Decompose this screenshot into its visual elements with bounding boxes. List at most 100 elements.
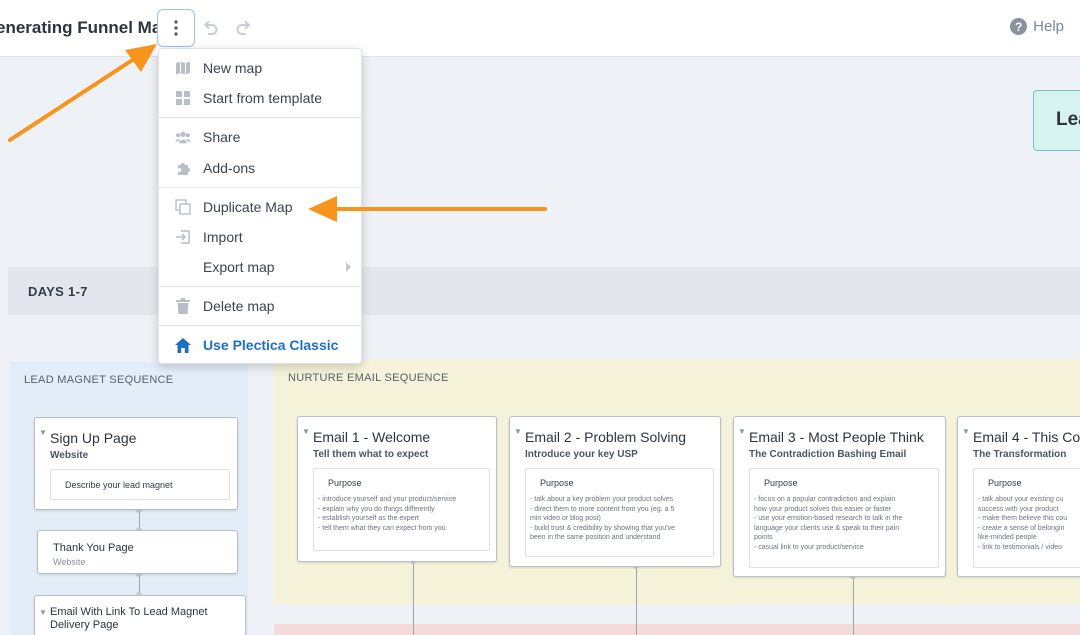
purpose-card[interactable]: Purpose - talk about your existing cu su…	[973, 468, 1080, 568]
menu-item-add-ons[interactable]: Add-ons	[159, 154, 363, 182]
purpose-line: - tell them what they can expect from yo…	[318, 524, 446, 532]
purpose-card[interactable]: Purpose - talk about a key problem your …	[525, 468, 714, 557]
menu-divider	[159, 325, 363, 326]
help-label: Help	[1033, 18, 1064, 35]
trash-icon	[175, 298, 191, 314]
menu-item-new-map[interactable]: New map	[159, 54, 363, 82]
purpose-lines: - talk about a key problem your product …	[526, 488, 713, 543]
map-title[interactable]: enerating Funnel Map	[0, 18, 172, 38]
template-grid-icon	[175, 90, 191, 106]
menu-divider	[159, 286, 363, 287]
collapse-caret-icon[interactable]: ▼	[738, 427, 746, 436]
menu-item-share[interactable]: Share	[159, 123, 363, 151]
card-subtitle: Introduce your key USP	[525, 449, 638, 460]
menu-item-label: Add-ons	[203, 160, 256, 176]
collapse-caret-icon[interactable]: ▼	[514, 427, 522, 436]
collapse-caret-icon[interactable]: ▼	[39, 428, 47, 437]
purpose-line: been in the same position and understand	[530, 534, 661, 542]
help-icon: ?	[1010, 18, 1028, 35]
menu-item-label: Duplicate Map	[203, 199, 293, 215]
purpose-lines: - focus on a popular contradiction and e…	[750, 488, 938, 553]
purpose-card[interactable]: Purpose - introduce yourself and your pr…	[313, 468, 490, 551]
purpose-title: Purpose	[328, 478, 362, 488]
purpose-lines: - talk about your existing cu success wi…	[974, 488, 1080, 553]
inner-card-text: Describe your lead magnet	[65, 480, 173, 490]
kebab-icon	[174, 20, 178, 36]
purpose-line: language your clients use & speak to the…	[754, 524, 900, 532]
purpose-line: - link to testimonials / video	[978, 543, 1063, 551]
menu-item-delete-map[interactable]: Delete map	[159, 292, 363, 320]
card-title: Email With Link To Lead Magnet Delivery …	[50, 606, 208, 631]
map-icon	[175, 60, 191, 76]
card-title: Email 4 - This Cou	[973, 429, 1080, 445]
menu-item-label: Use Plectica Classic	[203, 337, 339, 353]
card-subtitle: The Transformation	[973, 449, 1067, 460]
lead-magnet-lane-title: LEAD MAGNET SEQUENCE	[24, 374, 174, 386]
menu-item-use-plectica-classic[interactable]: Use Plectica Classic	[159, 331, 363, 359]
email-card[interactable]: ▼ Email 3 - Most People Think The Contra…	[733, 416, 946, 577]
users-icon	[175, 129, 191, 145]
nurture-lane-title: NURTURE EMAIL SEQUENCE	[288, 372, 449, 384]
purpose-card[interactable]: Purpose - focus on a popular contradicti…	[749, 468, 939, 568]
duplicate-icon	[175, 199, 191, 215]
collapse-caret-icon[interactable]: ▼	[39, 608, 47, 617]
sign-up-page-card[interactable]: ▼ Sign Up Page Website Describe your lea…	[34, 417, 238, 510]
purpose-line: how your product solves this easier or f…	[754, 505, 891, 513]
card-title: Email 2 - Problem Solving	[525, 429, 687, 445]
card-title: Email 3 - Most People Think	[749, 429, 924, 445]
collapse-caret-icon[interactable]: ▼	[962, 427, 970, 436]
connector-line	[413, 561, 414, 635]
email-card[interactable]: ▼ Email 4 - This Cou The Transformation …	[957, 416, 1080, 577]
purpose-lines: - introduce yourself and your product/se…	[314, 488, 489, 533]
purpose-line: - make them believe this cou	[978, 515, 1068, 523]
card-subtitle: The Contradiction Bashing Email	[749, 449, 907, 460]
help-button[interactable]: ? Help	[1010, 18, 1064, 35]
undo-button[interactable]	[200, 18, 220, 38]
card-title: Sign Up Page	[50, 430, 137, 446]
menu-divider	[159, 187, 363, 188]
menu-item-label: Export map	[203, 259, 275, 275]
card-title: Email 1 - Welcome	[313, 429, 431, 445]
inner-card[interactable]: Describe your lead magnet	[50, 469, 230, 500]
purpose-title: Purpose	[764, 478, 798, 488]
puzzle-icon	[175, 160, 191, 176]
menu-item-duplicate-map[interactable]: Duplicate Map	[159, 193, 363, 221]
purpose-line: min video or blog post)	[530, 515, 601, 523]
redo-button[interactable]	[234, 18, 254, 38]
purpose-line: - establish yourself as the expert	[318, 515, 419, 523]
card-subtitle: Website	[53, 557, 86, 567]
menu-item-label: New map	[203, 60, 263, 76]
undo-icon	[203, 20, 218, 35]
next-lane	[274, 624, 1080, 635]
purpose-line: - build trust & credibility by showing t…	[530, 524, 675, 532]
purpose-line: - casual link to your product/service	[754, 543, 864, 551]
purpose-title: Purpose	[988, 478, 1022, 488]
purpose-line: - focus on a popular contradiction and e…	[754, 496, 896, 503]
email-card[interactable]: ▼ Email 2 - Problem Solving Introduce yo…	[509, 416, 721, 567]
card-subtitle: Website	[50, 450, 89, 461]
connector-line	[853, 576, 854, 635]
menu-item-export-map[interactable]: Export map	[159, 253, 363, 281]
menu-item-import[interactable]: Import	[159, 223, 363, 251]
menu-item-label: Share	[203, 129, 241, 145]
lead-card-title: Lea	[1056, 109, 1080, 130]
menu-item-label: Start from template	[203, 90, 323, 106]
purpose-line: - use your emotion-based research to tal…	[754, 515, 903, 523]
email-link-card[interactable]: ▼ Email With Link To Lead Magnet Deliver…	[34, 595, 246, 635]
purpose-line: success with your product	[978, 505, 1059, 513]
annotation-arrow	[8, 44, 157, 142]
email-card[interactable]: ▼ Email 1 - Welcome Tell them what to ex…	[297, 416, 497, 562]
home-icon	[175, 337, 191, 353]
lead-generation-card[interactable]: Lea	[1033, 90, 1080, 151]
menu-item-label: Import	[203, 229, 243, 245]
purpose-line: - create a sense of belongin	[978, 524, 1065, 532]
purpose-line: - talk about a key problem your product …	[530, 496, 674, 503]
menu-item-label: Delete map	[203, 298, 275, 314]
thank-you-page-card[interactable]: Thank You Page Website	[37, 530, 238, 574]
card-subtitle: Tell them what to expect	[313, 449, 429, 460]
menu-item-start-from-template[interactable]: Start from template	[159, 84, 363, 112]
collapse-caret-icon[interactable]: ▼	[302, 427, 310, 436]
submenu-arrow-icon	[346, 262, 351, 272]
more-options-button[interactable]	[157, 9, 195, 47]
purpose-title: Purpose	[540, 478, 574, 488]
